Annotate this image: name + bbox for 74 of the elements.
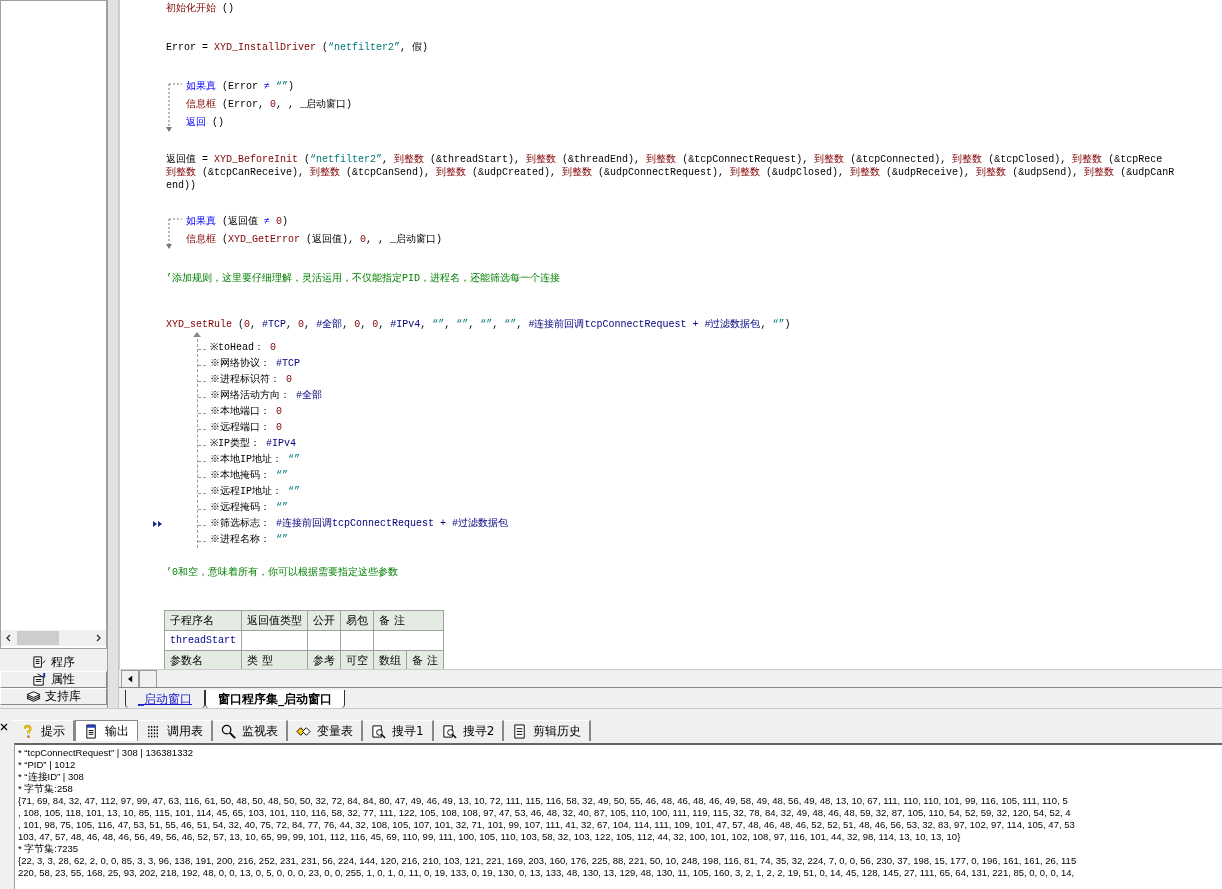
panel-tab[interactable]: 调用表 [138,720,213,741]
parameter-line: ※本地掩码： “” [210,468,290,483]
output-line: * 字节集:7235 [18,843,80,855]
code-line: 信息框 (Error, 0, , _启动窗口) [186,97,353,112]
panel-tab[interactable]: 搜寻2 [433,720,505,741]
close-icon[interactable] [0,723,8,731]
scroll-right-icon[interactable] [94,634,102,642]
search-icon [221,723,236,739]
books-icon [26,689,41,704]
table-cell [373,630,443,651]
output-line: 220, 58, 23, 55, 168, 25, 93, 202, 218, 192, 48, 0, 0, 13, 0, 5, 0, 0, 0, 23, 0, 0, 255, 1, 0, 1, 0, 11, 0, 19, 133, 0, 19, 130, 0, 13, 133, 48, 130, 13, 129, 48, 130, 11, 105, 160, 3, 2, 1, 2, 2, 19, 51, 0, 14, 45, 128, 145, 27, 111, 65, 64, 131, 221, 85, 0, 0, 0, 14, [18,867,1076,879]
code-line: 到整数 (&tcpCanReceive), 到整数 (&tcpCanSend), 到整数 (&udpCreated), 到整数 (&udpConnectRequest), 到整数 (&udpClosed), 到整数 (&udpReceive), 到整数 (&udpSend), 到整数 (&udpCanR [166,166,1175,179]
parameter-line: ※本地端口： 0 [210,404,284,419]
code-line: XYD_setRule (0, #TCP, 0, #全部, 0, 0, #IPv4, “”, “”, “”, “”, #连接前回调tcpConnectRequest + #过滤数据包, “”) [166,317,792,332]
parameter-line: ※网络活动方向： #全部 [210,388,324,403]
code-line: 返回值 = XYD_BeforeInit (“netfilter2”, 到整数 (&threadStart), 到整数 (&threadEnd), 到整数 (&tcpConnectRequest), 到整数 (&tcpConnected), 到整数 (&tcpClosed), 到整数 (&tcpRece [166,153,1164,166]
panel-tab[interactable]: 监视表 [213,720,288,741]
parameter-line: ※IP类型： #IPv4 [210,437,298,451]
parameter-line: ※进程标识符： 0 [210,372,294,387]
parameter-line: ※本地IP地址： “” [210,452,302,467]
panel-tab[interactable]: 支持库 [0,688,107,705]
panel-tab[interactable]: 变量表 [288,720,363,741]
panel-tab[interactable]: 属性 [0,671,107,688]
parameter-line: ※进程名称： “” [210,532,290,547]
properties-icon [32,672,47,687]
find-document-icon [371,723,386,739]
scroll-left-icon[interactable] [5,634,13,642]
code-comment: ’0和空，意味着所有，你可以根据需要指定这些参数 [166,565,398,580]
table-cell: threadStart [164,630,242,651]
output-line: 103, 47, 57, 48, 46, 48, 46, 56, 49, 56, 46, 52, 57, 13, 10, 65, 99, 99, 101, 112, 116, 45, 69, 110, 99, 111, 100, 105, 110, 103, 58, 32, 103, 122, 105, 112, 44, 32, 100, 101, 102, 108, 97, 116, 101, 44, 32, 98, 114, 13, 10, 13, 10} [18,831,962,843]
table-header-cell: 备 注 [373,610,443,631]
code-line: 初始化开始 () [166,1,234,16]
list-icon [146,723,161,739]
output-line: {71, 69, 84, 32, 47, 112, 97, 99, 47, 63, 116, 61, 50, 48, 50, 48, 50, 50, 32, 72, 84, 84, 80, 47, 49, 46, 49, 13, 10, 72, 111, 115, 116, 58, 32, 49, 50, 55, 46, 48, 46, 48, 46, 49, 58, 49, 48, 56, 49, 48, 13, 10, 67, 111, 110, 110, 101, 99, 116, 105, 111, 110, 5 [18,795,1069,807]
panel-tab[interactable]: 剪辑历史 [504,720,592,741]
code-line: Error = XYD_InstallDriver (“netfilter2”, 假) [166,41,429,55]
code-line: 如果真 (Error ≠ “”) [186,80,296,94]
horizontal-scrollbar[interactable] [119,669,1222,687]
parameter-line: ※远程端口： 0 [210,420,284,435]
code-line: end)) [166,179,197,192]
table-cell [241,630,308,651]
document-icon [84,723,99,739]
document-icon [32,654,47,670]
code-comment: ’添加规则，这里要仔细理解，灵活运用，不仅能指定PID，进程名，还能筛选每一个连接 [166,271,560,286]
code-editor[interactable] [119,0,1222,669]
parameter-line: ※网络协议： #TCP [210,356,302,371]
code-line: 返回 () [186,116,225,130]
panel-tab[interactable]: 输出 [75,720,138,741]
code-line: 如果真 (返回值 ≠ 0) [186,215,290,229]
find-document-icon [441,723,457,739]
output-line: * “PID” | 1012 [18,759,77,771]
code-line: 信息框 (XYD_GetError (返回值), 0, , _启动窗口) [186,232,443,247]
parameter-line: ※筛选标志： #连接前回调tcpConnectRequest + #过滤数据包 [210,516,510,531]
collapse-arrow-icon[interactable] [193,332,201,337]
scroll-left-icon[interactable] [127,675,133,683]
document-icon [512,723,528,739]
output-line: , 108, 105, 118, 101, 13, 10, 85, 115, 101, 114, 45, 65, 103, 101, 110, 116, 58, 32, 77, 111, 122, 105, 108, 108, 97, 47, 53, 46, 48, 32, 40, 87, 105, 110, 100, 111, 119, 115, 32, 78, 84, 32, 49, 48, 46, 48, 59, 32, 87, 105, 110, 54, 52, 59, 32, 120, 54, 52, 4 [18,807,1072,819]
table-header-cell: 易包 [340,610,374,631]
table-cell [307,630,341,651]
table-cell [340,630,374,651]
parameter-line: ※远程IP地址： “” [210,484,302,499]
table-header-cell: 公开 [307,610,341,631]
output-line: * “tcpConnectRequest” | 308 | 136381332 [18,747,194,759]
output-line: * 字节集:258 [18,783,74,795]
panel-tab[interactable]: 搜寻1 [363,720,434,741]
output-line: {22, 3, 3, 28, 62, 2, 0, 0, 85, 3, 3, 96, 138, 191, 200, 216, 252, 231, 231, 56, 224, 144, 120, 216, 210, 103, 121, 221, 169, 203, 160, 176, 225, 88, 221, 50, 10, 248, 198, 116, 81, 74, 35, 32, 224, 7, 0, 0, 56, 230, 37, 198, 15, 177, 0, 196, 161, 161, 26, 115 [18,855,1078,867]
parameter-line: ※toHead： 0 [210,341,278,355]
parameter-line: ※远程掩码： “” [210,501,290,515]
table-header-cell: 子程序名 [164,610,242,631]
output-line: , 101, 98, 75, 105, 116, 47, 53, 51, 55, 46, 51, 54, 32, 40, 75, 72, 84, 77, 76, 44, 32, 108, 105, 107, 101, 32, 71, 101, 99, 107, 111, 41, 32, 67, 104, 114, 111, 109, 101, 47, 57, 48, 46, 48, 46, 52, 52, 51, 48, 46, 56, 53, 32, 83, 97, 102, 97, 114, 105, 47, 53 [18,819,1076,831]
table-header-cell: 返回值类型 [241,610,308,631]
output-line: * “连接ID” | 308 [18,771,85,783]
file-tab[interactable]: 窗口程序集_启动窗口 [205,690,345,708]
horizontal-scrollbar[interactable] [1,630,106,646]
